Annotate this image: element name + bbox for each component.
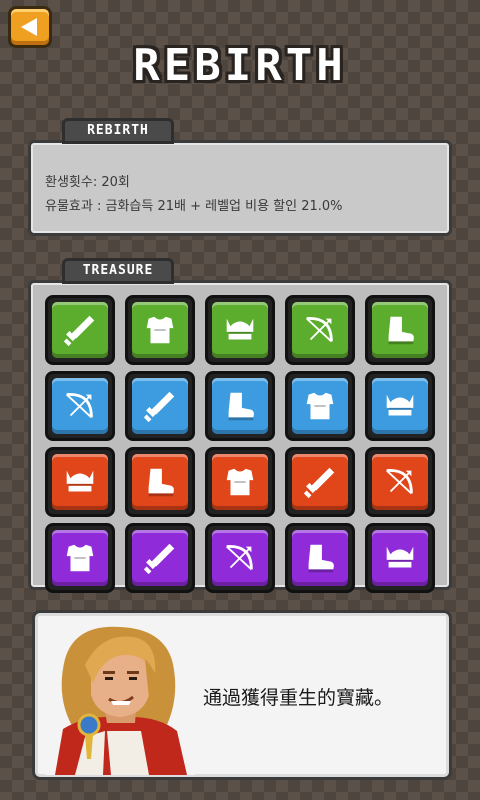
treasure-slot-purple-bow[interactable] — [205, 523, 275, 593]
armor-icon — [141, 311, 179, 349]
boots-icon — [381, 311, 419, 349]
treasure-slot-green-bow[interactable] — [285, 295, 355, 365]
treasure-slot-background — [52, 302, 108, 358]
relic-effect-text: 유물효과 : 금화습득 21배 + 레벨업 비용 할인 21.0% — [45, 199, 343, 214]
treasure-slot-background — [372, 302, 428, 358]
hero-portrait — [45, 619, 195, 775]
boots-icon — [221, 387, 259, 425]
treasure-slot-red-helmet[interactable] — [45, 447, 115, 517]
treasure-slot-purple-helmet[interactable] — [365, 523, 435, 593]
treasure-slot-purple-boots[interactable] — [285, 523, 355, 593]
treasure-slot-green-boots[interactable] — [365, 295, 435, 365]
treasure-slot-background — [212, 454, 268, 510]
treasure-slot-background — [292, 378, 348, 434]
bow-icon — [61, 387, 99, 425]
dialog-text: 通過獲得重生的寶藏。 — [203, 687, 394, 709]
treasure-slot-blue-armor[interactable] — [285, 371, 355, 441]
armor-icon — [221, 463, 259, 501]
treasure-slot-background — [292, 454, 348, 510]
treasure-slot-red-boots[interactable] — [125, 447, 195, 517]
treasure-slot-blue-helmet[interactable] — [365, 371, 435, 441]
treasure-slot-background — [52, 454, 108, 510]
helmet-icon — [61, 463, 99, 501]
treasure-slot-background — [132, 302, 188, 358]
treasure-slot-background — [212, 302, 268, 358]
treasure-slot-blue-bow[interactable] — [45, 371, 115, 441]
rebirth-count-text: 환생횟수: 20회 — [45, 175, 130, 190]
treasure-slot-blue-sword[interactable] — [125, 371, 195, 441]
treasure-slot-green-armor[interactable] — [125, 295, 195, 365]
treasure-slot-background — [52, 378, 108, 434]
treasure-slot-background — [372, 378, 428, 434]
treasure-slot-green-sword[interactable] — [45, 295, 115, 365]
helmet-icon — [381, 539, 419, 577]
treasure-slot-background — [212, 378, 268, 434]
treasure-grid — [45, 295, 435, 593]
back-arrow-icon — [21, 18, 37, 36]
treasure-slot-green-helmet[interactable] — [205, 295, 275, 365]
sword-icon — [301, 463, 339, 501]
treasure-slot-blue-boots[interactable] — [205, 371, 275, 441]
treasure-slot-background — [292, 302, 348, 358]
sword-icon — [141, 387, 179, 425]
helmet-icon — [221, 311, 259, 349]
treasure-slot-red-sword[interactable] — [285, 447, 355, 517]
rebirth-tab-label: REBIRTH — [62, 118, 174, 144]
treasure-slot-purple-armor[interactable] — [45, 523, 115, 593]
treasure-slot-background — [132, 378, 188, 434]
helmet-icon — [381, 387, 419, 425]
treasure-slot-background — [372, 454, 428, 510]
treasure-slot-red-bow[interactable] — [365, 447, 435, 517]
sword-icon — [61, 311, 99, 349]
treasure-panel — [28, 280, 452, 593]
boots-icon — [141, 463, 179, 501]
rebirth-info-panel: 환생횟수: 20회 유물효과 : 금화습득 21배 + 레벨업 비용 할인 21… — [28, 140, 452, 236]
boots-icon — [301, 539, 339, 577]
dialog-box: 通過獲得重生的寶藏。 — [32, 610, 452, 780]
bow-icon — [381, 463, 419, 501]
treasure-slot-background — [52, 530, 108, 586]
treasure-slot-background — [132, 454, 188, 510]
armor-icon — [301, 387, 339, 425]
treasure-slot-background — [372, 530, 428, 586]
page-title: REBIRTH — [133, 40, 347, 91]
treasure-slot-background — [212, 530, 268, 586]
treasure-tab-label: TREASURE — [62, 258, 174, 284]
bow-icon — [221, 539, 259, 577]
sword-icon — [141, 539, 179, 577]
treasure-slot-background — [132, 530, 188, 586]
bow-icon — [301, 311, 339, 349]
armor-icon — [61, 539, 99, 577]
treasure-slot-red-armor[interactable] — [205, 447, 275, 517]
treasure-slot-purple-sword[interactable] — [125, 523, 195, 593]
treasure-slot-background — [292, 530, 348, 586]
